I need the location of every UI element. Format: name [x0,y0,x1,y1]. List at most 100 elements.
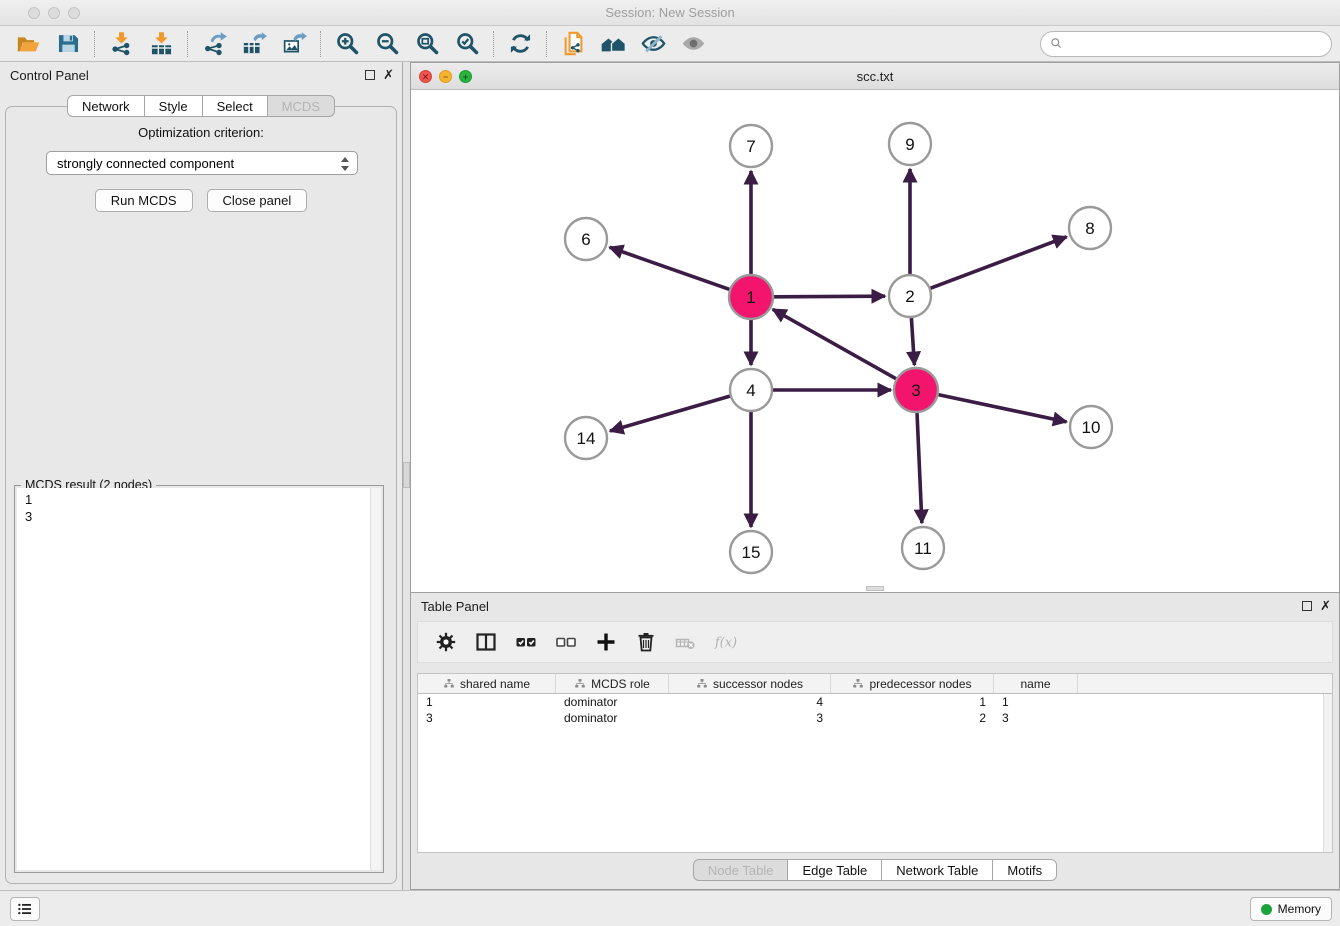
select-all-button[interactable] [508,625,544,659]
tab-motifs[interactable]: Motifs [992,859,1057,881]
add-column-button[interactable] [588,625,624,659]
mcds-result-list[interactable]: 13 [17,488,381,870]
export-image-button[interactable] [274,28,314,60]
show-graphics-details-button[interactable] [673,28,713,60]
dropdown-value: strongly connected component [57,156,234,171]
tab-edge-table[interactable]: Edge Table [787,859,882,881]
cell-name[interactable]: 1 [994,694,1078,710]
column-header-MCDS-role[interactable]: MCDS role [556,674,669,693]
cell-successor-nodes[interactable]: 3 [669,710,831,726]
table-toolbar: f(x) [417,621,1333,663]
column-header-name[interactable]: name [994,674,1078,693]
splitter-handle[interactable] [403,462,410,488]
search-icon [1049,36,1064,51]
toggle-panel-button[interactable] [468,625,504,659]
cell-name[interactable]: 3 [994,710,1078,726]
new-network-from-selection-button[interactable] [553,28,593,60]
float-panel-icon[interactable] [365,70,375,80]
zoom-out-button[interactable] [367,28,407,60]
table-row[interactable]: 3dominator323 [418,710,1332,726]
import-network-button[interactable] [101,28,141,60]
toolbar-separator [546,31,547,57]
cell-MCDS-role[interactable]: dominator [556,710,669,726]
optimization-criterion-label: Optimization criterion: [6,125,396,140]
edge-3-1[interactable] [773,309,897,379]
float-table-panel-icon[interactable] [1302,601,1312,611]
import-table-icon [148,30,175,57]
cell-successor-nodes[interactable]: 4 [669,694,831,710]
deselect-all-button[interactable] [548,625,584,659]
edge-1-6[interactable] [610,247,731,289]
tab-network[interactable]: Network [67,95,145,117]
tab-network-table[interactable]: Network Table [881,859,993,881]
import-table-button[interactable] [141,28,181,60]
close-panel-icon[interactable]: ✗ [383,69,394,81]
open-session-button[interactable] [8,28,48,60]
table-body: 1dominator4113dominator323 [418,694,1332,726]
delete-column-button[interactable] [628,625,664,659]
task-history-button[interactable] [10,897,40,921]
edge-3-11[interactable] [917,412,922,523]
window-titlebar: Session: New Session [0,0,1340,26]
save-session-button[interactable] [48,28,88,60]
zoom-selected-button[interactable] [447,28,487,60]
zoom-in-button[interactable] [327,28,367,60]
cell-predecessor-nodes[interactable]: 2 [831,710,994,726]
column-label: predecessor nodes [869,677,971,691]
mcds-result-item[interactable]: 1 [25,491,373,508]
zoom-fit-button[interactable] [407,28,447,60]
edge-4-14[interactable] [610,396,730,431]
control-panel-tabs: NetworkStyleSelectMCDS [0,95,402,117]
search-input[interactable] [1064,36,1323,51]
delete-table-button [668,625,704,659]
cell-shared-name[interactable]: 3 [418,710,556,726]
result-scrollbar[interactable] [370,488,381,870]
cell-predecessor-nodes[interactable]: 1 [831,694,994,710]
memory-button[interactable]: Memory [1250,897,1332,921]
horizontal-splitter-handle[interactable] [866,586,884,591]
table-header-row: shared nameMCDS rolesuccessor nodes prede… [418,674,1332,694]
status-bar: Memory [0,890,1340,926]
search-box[interactable] [1040,31,1332,57]
edge-2-3[interactable] [911,318,914,365]
cell-shared-name[interactable]: 1 [418,694,556,710]
edge-2-8[interactable] [931,237,1067,288]
export-network-button[interactable] [194,28,234,60]
tab-node-table[interactable]: Node Table [693,859,789,881]
refresh-layout-button[interactable] [500,28,540,60]
table-panel: Table Panel ✗ f(x) shared nameMCDS roles… [410,593,1340,890]
mcds-result-item[interactable]: 3 [25,508,373,525]
application-window: Session: New Session Control Panel ✗ Net… [0,0,1340,926]
export-table-button[interactable] [234,28,274,60]
first-neighbors-button[interactable] [593,28,633,60]
main-area: Control Panel ✗ NetworkStyleSelectMCDS O… [0,62,1340,890]
hide-graphics-details-button[interactable] [633,28,673,60]
open-session-icon [15,30,42,57]
close-table-panel-icon[interactable]: ✗ [1320,600,1331,612]
node-label-7: 7 [746,137,755,156]
tab-select[interactable]: Select [202,95,268,117]
column-header-shared-name[interactable]: shared name [418,674,556,693]
run-mcds-button[interactable]: Run MCDS [95,189,193,212]
settings-button[interactable] [428,625,464,659]
edge-3-10[interactable] [938,395,1067,422]
column-header-predecessor-nodes[interactable]: predecessor nodes [831,674,994,693]
vertical-splitter[interactable] [403,62,410,890]
table-row[interactable]: 1dominator411 [418,694,1332,710]
column-header-successor-nodes[interactable]: successor nodes [669,674,831,693]
edge-1-2[interactable] [773,296,885,297]
tab-mcds[interactable]: MCDS [267,95,335,117]
network-window-titlebar: ✕ − + scc.txt [411,63,1339,90]
network-canvas[interactable]: 7968124314101511 [411,90,1339,592]
table-panel-title: Table Panel [421,593,489,621]
control-panel: Control Panel ✗ NetworkStyleSelectMCDS O… [0,62,403,890]
network-window-title: scc.txt [411,63,1339,90]
tab-style[interactable]: Style [144,95,203,117]
toolbar-separator [493,31,494,57]
cell-MCDS-role[interactable]: dominator [556,694,669,710]
table-scrollbar[interactable] [1323,694,1332,852]
optimization-criterion-dropdown[interactable]: strongly connected component [46,151,358,175]
table-panel-header: Table Panel ✗ [411,593,1339,619]
delete-table-icon [674,630,698,654]
close-panel-button[interactable]: Close panel [207,189,308,212]
